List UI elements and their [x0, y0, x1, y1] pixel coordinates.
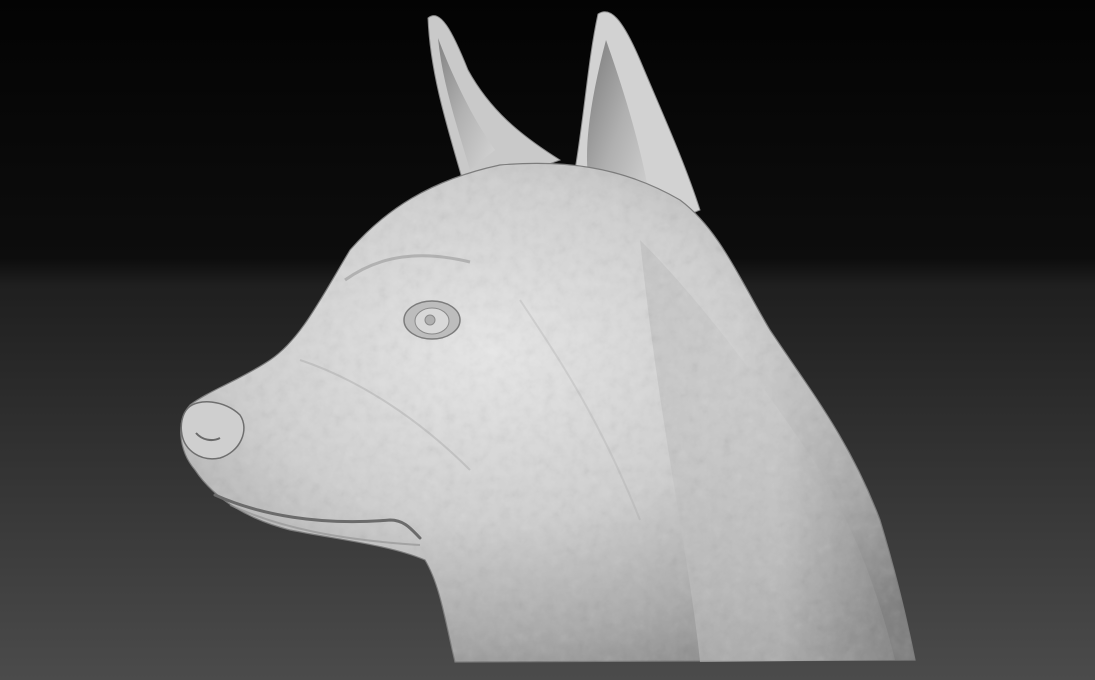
3d-viewport[interactable]: [0, 0, 1095, 680]
dog-head-sculpt-icon: [180, 11, 916, 663]
eye: [403, 300, 461, 340]
nose: [180, 401, 245, 460]
left-ear: [427, 15, 562, 183]
